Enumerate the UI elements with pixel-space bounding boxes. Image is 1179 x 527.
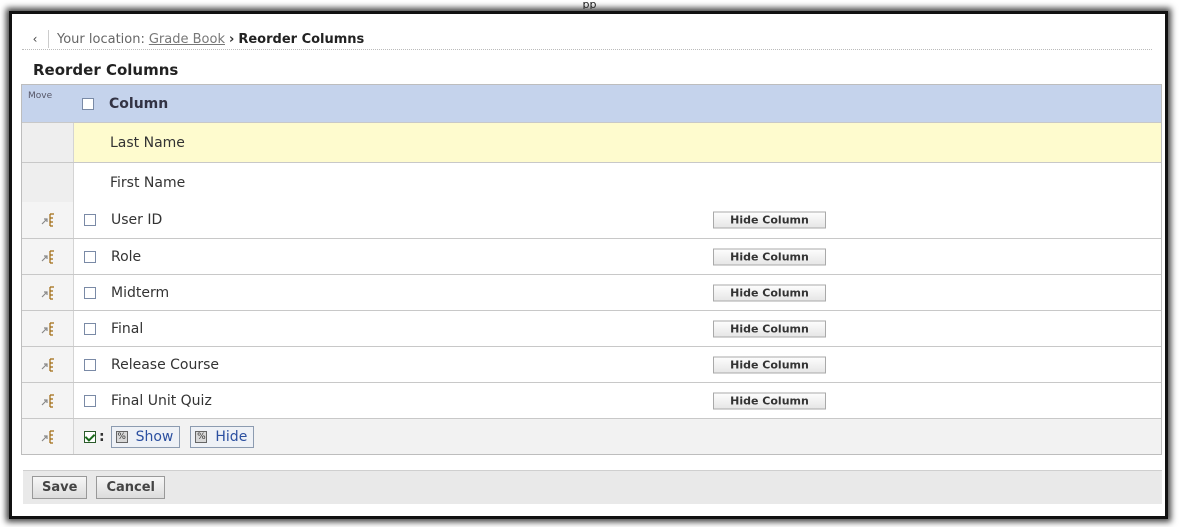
move-cell-empty <box>22 123 74 162</box>
table-row: Final Unit Quiz Hide Column <box>22 382 1161 418</box>
show-icon: % <box>115 430 128 443</box>
table-row: Role Hide Column <box>22 238 1161 274</box>
row-label: Final <box>111 320 144 337</box>
form-footer: Save Cancel <box>23 470 1162 504</box>
hide-icon: % <box>195 430 208 443</box>
hide-button[interactable]: % Hide <box>190 425 255 448</box>
show-button[interactable]: % Show <box>110 425 181 448</box>
window-caption: pp <box>0 0 1179 9</box>
drag-handle-icon[interactable] <box>22 383 74 418</box>
hide-column-button[interactable]: Hide Column <box>713 284 826 301</box>
bulk-colon: : <box>99 428 105 445</box>
drag-handle-icon <box>41 321 54 336</box>
drag-handle-icon[interactable] <box>22 275 74 310</box>
row-label: Final Unit Quiz <box>111 392 212 409</box>
breadcrumb-current: Reorder Columns <box>238 31 365 47</box>
drag-handle-icon[interactable] <box>22 347 74 382</box>
move-header: Move <box>22 85 74 122</box>
table-row: Midterm Hide Column <box>22 274 1161 310</box>
bulk-actions-row: : % Show % Hide <box>22 418 1161 454</box>
save-button[interactable]: Save <box>32 476 88 499</box>
row-label: Midterm <box>111 284 170 301</box>
row-content: Final Unit Quiz Hide Column <box>74 383 1161 418</box>
hide-label: Hide <box>215 428 248 445</box>
row-checkbox[interactable] <box>84 394 96 407</box>
row-content: Midterm Hide Column <box>74 275 1161 310</box>
table-row: Final Hide Column <box>22 310 1161 346</box>
row-content: Release Course Hide Column <box>74 347 1161 382</box>
breadcrumb-separator: › <box>228 31 235 47</box>
drag-handle-icon[interactable] <box>22 239 74 274</box>
row-content: User ID Hide Column <box>74 202 1161 238</box>
table-row-fixed: Last Name <box>22 122 1161 162</box>
drag-handle-icon <box>41 429 54 444</box>
row-checkbox[interactable] <box>84 358 96 371</box>
row-label: Release Course <box>111 356 220 373</box>
hide-column-button[interactable]: Hide Column <box>713 320 826 337</box>
drag-handle-icon <box>41 393 54 408</box>
table-header: Move Column <box>22 85 1161 122</box>
drag-handle-icon <box>41 249 54 264</box>
table-row: User ID Hide Column <box>22 202 1161 238</box>
row-content: Role Hide Column <box>74 239 1161 274</box>
move-cell-empty <box>22 163 74 202</box>
breadcrumb: ‹ Your location: Grade Book › Reorder Co… <box>22 29 1152 50</box>
row-checkbox[interactable] <box>84 250 96 263</box>
row-checkbox[interactable] <box>84 214 96 226</box>
page-title: Reorder Columns <box>33 61 179 79</box>
drag-handle-icon <box>41 357 54 372</box>
drag-handle-icon[interactable] <box>22 311 74 346</box>
row-label: User ID <box>111 212 163 228</box>
breadcrumb-link-grade-book[interactable]: Grade Book <box>149 32 225 47</box>
drag-handle-icon[interactable] <box>22 202 74 238</box>
bulk-select-checkbox[interactable] <box>84 430 96 443</box>
hide-column-button[interactable]: Hide Column <box>713 356 826 373</box>
hide-column-button[interactable]: Hide Column <box>713 392 826 409</box>
table-row: Release Course Hide Column <box>22 346 1161 382</box>
chevron-left-icon[interactable]: ‹ <box>22 30 49 48</box>
column-header-label: Column <box>109 95 169 112</box>
breadcrumb-prefix: Your location: <box>57 31 145 47</box>
reorder-columns-table: Move Column Last Name First Name User ID… <box>21 84 1162 455</box>
fixed-row-label: First Name <box>110 174 186 191</box>
cancel-button[interactable]: Cancel <box>96 476 165 499</box>
select-all-checkbox[interactable] <box>82 97 94 110</box>
show-label: Show <box>135 428 174 445</box>
row-content: Final Hide Column <box>74 311 1161 346</box>
drag-handle-icon <box>41 213 54 227</box>
row-checkbox[interactable] <box>84 286 96 299</box>
drag-handle-icon <box>41 285 54 300</box>
row-checkbox[interactable] <box>84 322 96 335</box>
hide-column-button[interactable]: Hide Column <box>713 248 826 265</box>
hide-column-button[interactable]: Hide Column <box>713 211 826 229</box>
row-label: Role <box>111 248 142 265</box>
fixed-row-label: Last Name <box>110 134 185 151</box>
table-row-fixed: First Name <box>22 162 1161 202</box>
bulk-actions: : % Show % Hide <box>74 419 1161 454</box>
drag-handle-icon[interactable] <box>22 419 74 454</box>
column-header: Column <box>74 85 1161 122</box>
